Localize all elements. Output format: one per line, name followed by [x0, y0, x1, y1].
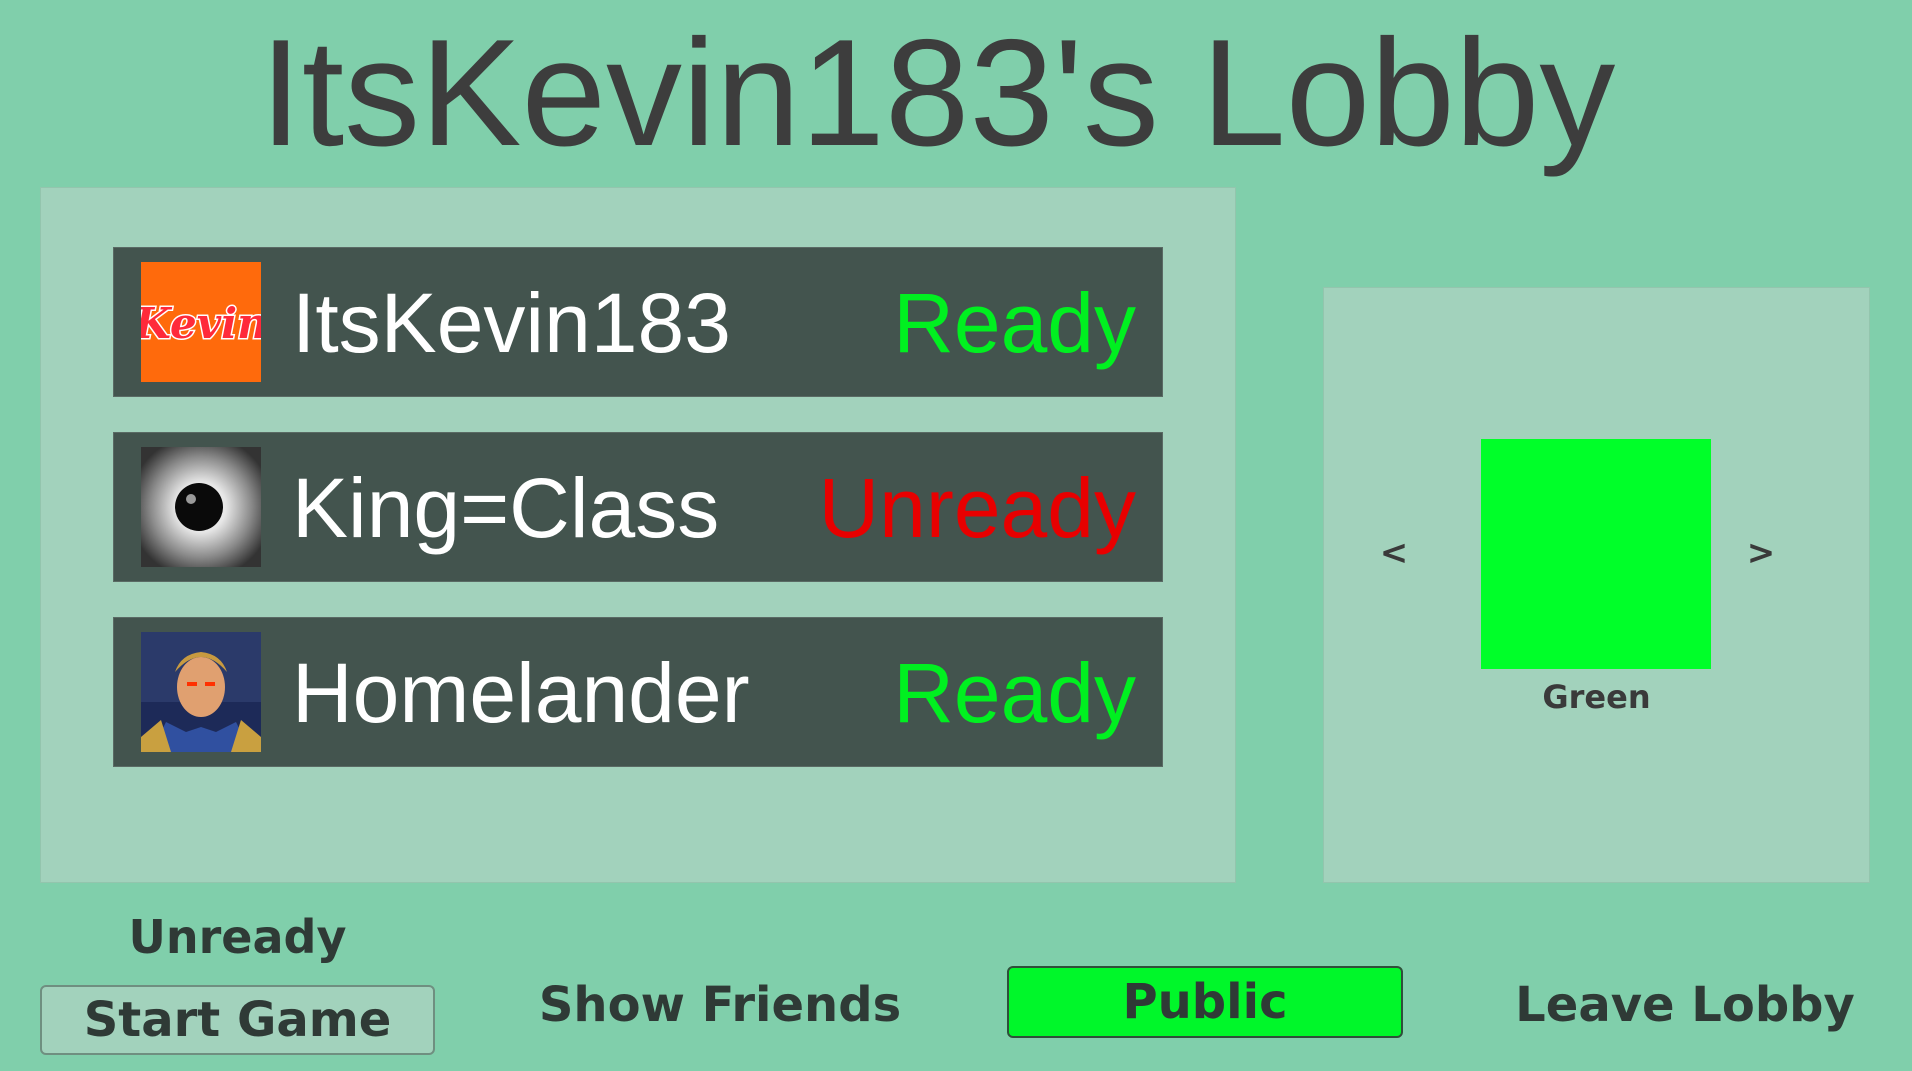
player-list-panel: Kevin ItsKevin183 Ready King=Class Unrea…: [40, 187, 1236, 883]
kevin-logo-avatar: Kevin: [141, 262, 261, 382]
player-status: Ready: [893, 646, 1136, 740]
svg-text:Kevin: Kevin: [141, 299, 261, 348]
leave-lobby-button[interactable]: Leave Lobby: [1490, 970, 1880, 1040]
previous-color-button[interactable]: <: [1374, 528, 1414, 578]
color-picker-panel: < > Green: [1323, 287, 1870, 883]
black-orb-avatar: [141, 447, 261, 567]
visibility-toggle-button[interactable]: Public: [1007, 966, 1403, 1038]
start-game-button[interactable]: Start Game: [40, 985, 435, 1055]
next-color-button[interactable]: >: [1741, 528, 1781, 578]
player-row: Homelander Ready: [113, 617, 1163, 767]
player-status: Ready: [893, 276, 1136, 370]
player-name: King=Class: [292, 461, 720, 555]
player-name: Homelander: [292, 646, 750, 740]
ready-status-label[interactable]: Unready: [40, 910, 435, 964]
lobby-title: ItsKevin183's Lobby: [259, 8, 1616, 178]
player-row: King=Class Unready: [113, 432, 1163, 582]
player-name: ItsKevin183: [292, 276, 731, 370]
player-row: Kevin ItsKevin183 Ready: [113, 247, 1163, 397]
homelander-avatar: [141, 632, 261, 752]
color-name: Green: [1542, 678, 1651, 716]
show-friends-button[interactable]: Show Friends: [520, 970, 920, 1040]
color-swatch: [1481, 439, 1711, 669]
player-status: Unready: [818, 461, 1136, 555]
